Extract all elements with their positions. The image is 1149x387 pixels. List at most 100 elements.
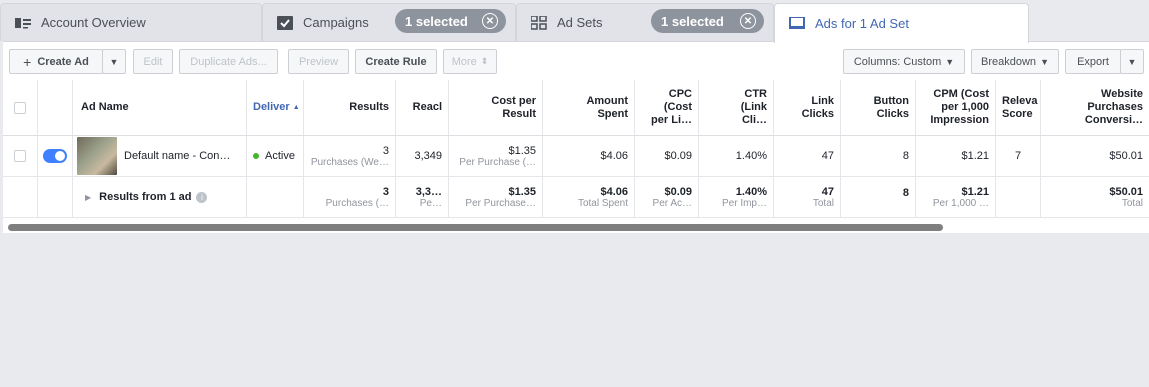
header-line: CTR [744,88,767,100]
totals-cost-per-result-cell: $1.35 Per Purchase… [449,177,543,217]
header-line: Clicks [876,107,909,120]
cpc-value: $0.09 [664,150,692,162]
header-ad-name[interactable]: Ad Name [73,80,247,135]
duplicate-ads-button[interactable]: Duplicate Ads... [179,49,278,74]
results-subtext: Purchases (We… [310,156,389,168]
tab-label: Campaigns [303,15,369,30]
campaigns-icon [277,15,293,30]
tab-label: Ad Sets [557,15,603,30]
link-clicks-cell: 47 [774,136,841,176]
campaigns-selected-pill[interactable]: 1 selected ✕ [395,9,506,33]
more-button[interactable]: More ⬍ [443,49,497,74]
edit-button[interactable]: Edit [133,49,173,74]
preview-label: Preview [298,55,339,68]
reach-cell: 3,349 [396,136,449,176]
expand-caret-icon[interactable]: ▶ [85,193,91,202]
reach-value: 3,349 [414,150,442,162]
pill-label: 1 selected [405,13,468,29]
totals-button-clicks-cell: 8 [841,177,916,217]
preview-button[interactable]: Preview [288,49,349,74]
create-ad-button[interactable]: + Create Ad [9,49,103,74]
header-reach[interactable]: Reacl [396,80,449,135]
totals-website-value: $50.01 [1109,185,1143,198]
header-line: Releva [1002,94,1038,107]
caret-down-icon: ▼ [945,56,955,67]
website-purchases-cell: $50.01 [1041,136,1149,176]
totals-cpc-cell: $0.09 Per Ac… [635,177,699,217]
totals-ctr-value: 1.40% [735,185,767,198]
plus-icon: + [23,53,32,70]
header-line: per Li… [651,114,692,126]
more-label: More [451,55,477,68]
header-line: Result [502,107,536,120]
header-checkbox-cell [3,80,38,135]
table-row[interactable]: Default name - Con… Active 3 Purchases (W… [3,136,1149,177]
header-toggle-cell [38,80,73,135]
header-cpm[interactable]: CPM (Cost per 1,000 Impression [916,80,996,135]
clear-selection-icon[interactable]: ✕ [482,13,498,29]
breakdown-button[interactable]: Breakdown ▼ [971,49,1059,74]
create-ad-dropdown[interactable]: ▼ [102,49,126,74]
updown-icon: ⬍ [480,56,489,66]
cpc-cell: $0.09 [635,136,699,176]
totals-amount-value: $4.06 [600,185,628,198]
tab-account-overview[interactable]: Account Overview [0,3,262,41]
header-results[interactable]: Results [304,80,396,135]
header-cost-per-result[interactable]: Cost per Result [449,80,543,135]
totals-button-clicks-value: 8 [902,187,909,199]
totals-results-cell: 3 Purchases (… [304,177,396,217]
cost-per-result-subtext: Per Purchase (… [459,156,536,168]
button-clicks-cell: 8 [841,136,916,176]
ad-status-toggle[interactable] [43,149,67,163]
export-dropdown[interactable]: ▼ [1120,49,1144,74]
totals-amount-subtext: Total Spent [577,197,628,209]
clear-selection-icon[interactable]: ✕ [740,13,756,29]
export-button[interactable]: Export [1065,49,1121,74]
website-purchases-value: $50.01 [1109,150,1143,162]
header-line: Amount [586,94,628,107]
header-line: Score [1002,107,1033,120]
totals-link-clicks-value: 47 [821,185,834,198]
totals-cpc-subtext: Per Ac… [652,197,692,209]
header-label: Ad Name [81,101,129,113]
header-line: Conversi… [1084,114,1143,126]
header-relevance[interactable]: Releva Score [996,80,1041,135]
columns-label: Columns: Custom [853,55,942,68]
ad-thumbnail[interactable] [77,137,117,175]
totals-cpm-value: $1.21 [961,185,989,198]
create-rule-button[interactable]: Create Rule [355,49,437,74]
cpm-value: $1.21 [961,150,989,162]
totals-link-clicks-subtext: Total [812,197,834,209]
header-cpc[interactable]: CPC (Cost per Li… [635,80,699,135]
ctr-value: 1.40% [735,150,767,162]
breakdown-label: Breakdown [981,55,1037,68]
header-button-clicks[interactable]: Button Clicks [841,80,916,135]
header-website-purchases[interactable]: Website Purchases Conversi… [1041,80,1149,135]
totals-ctr-cell: 1.40% Per Imp… [699,177,774,217]
totals-link-clicks-cell: 47 Total [774,177,841,217]
delivery-status: Active [265,150,295,162]
export-label: Export [1077,55,1109,68]
totals-amount-spent-cell: $4.06 Total Spent [543,177,635,217]
header-link-clicks[interactable]: Link Clicks [774,80,841,135]
adsets-selected-pill[interactable]: 1 selected ✕ [651,9,764,33]
table-header: Ad Name Deliver ▲ Results Reacl Cost per R… [3,80,1149,136]
tab-label: Ads for 1 Ad Set [815,16,909,31]
info-icon[interactable]: i [196,191,208,203]
header-line: Button [873,94,909,107]
row-checkbox[interactable] [14,150,26,162]
header-amount-spent[interactable]: Amount Spent [543,80,635,135]
header-delivery[interactable]: Deliver ▲ [247,80,304,135]
header-line: Website [1101,88,1143,100]
header-line: (Link [740,101,767,113]
totals-cpc-value: $0.09 [664,185,692,198]
header-line: CPM (Cost [933,88,989,100]
header-line: Cli… [741,114,767,126]
cost-per-result-value: $1.35 [508,144,536,157]
ad-name-link[interactable]: Default name - Con… [124,150,230,162]
horizontal-scrollbar-thumb[interactable] [8,224,943,231]
tab-ads[interactable]: Ads for 1 Ad Set [774,3,1029,43]
columns-button[interactable]: Columns: Custom ▼ [843,49,965,74]
select-all-checkbox[interactable] [14,101,26,114]
header-ctr[interactable]: CTR (Link Cli… [699,80,774,135]
